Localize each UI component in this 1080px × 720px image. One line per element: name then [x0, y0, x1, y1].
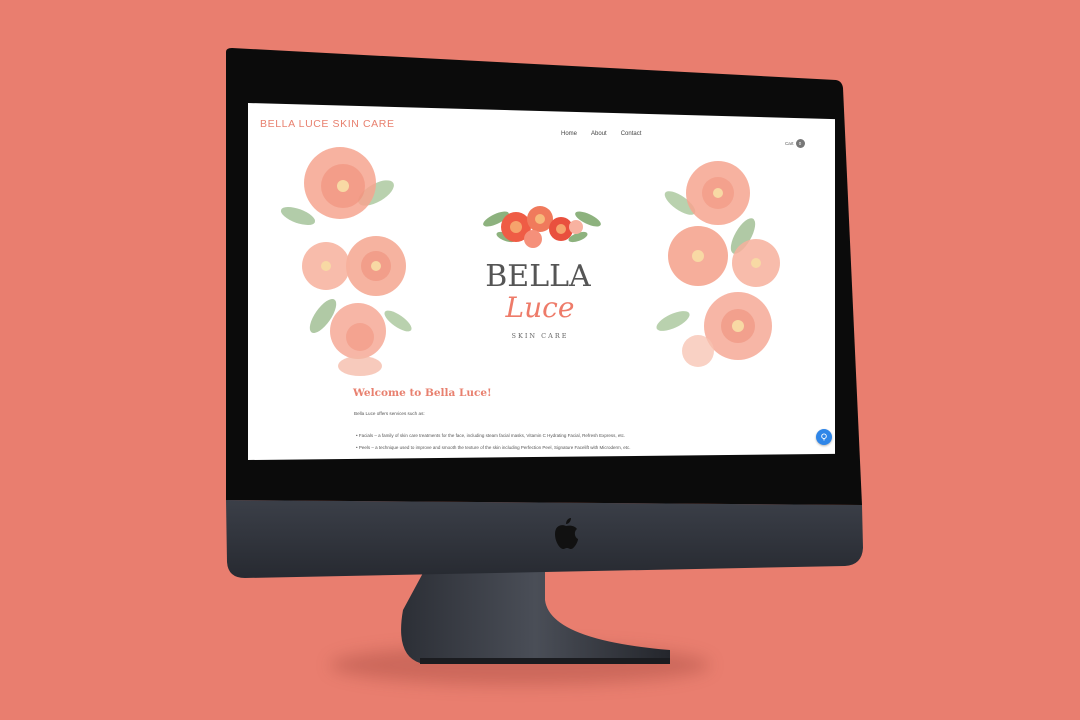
- logo-line-bella: BELLA: [485, 259, 591, 294]
- nav-contact[interactable]: Contact: [621, 131, 642, 137]
- nav-home[interactable]: Home: [561, 131, 577, 137]
- nav-about[interactable]: About: [591, 131, 607, 137]
- site-title[interactable]: BELLA LUCE SKIN CARE: [260, 118, 395, 130]
- chat-button[interactable]: [816, 429, 832, 445]
- apple-icon: [555, 518, 578, 549]
- right-flower-cluster: [656, 161, 780, 367]
- left-flower-cluster: [280, 147, 412, 376]
- service-peels: • Peels – a technique used to improve an…: [356, 445, 631, 450]
- bella-luce-logo: [483, 206, 601, 248]
- logo-line-luce: Luce: [505, 291, 575, 324]
- logo-line-skincare: SKIN CARE: [512, 332, 569, 340]
- website-screen: BELLA LUCE SKIN CARE Home About Contact …: [248, 103, 835, 460]
- chat-icon: [821, 433, 827, 441]
- hero-banner: BELLA Luce SKIN CARE: [280, 147, 780, 376]
- service-facials: • Facials – a family of skin care treatm…: [356, 433, 626, 438]
- main-nav: Home About Contact: [561, 131, 641, 137]
- welcome-heading: Welcome to Bella Luce!: [353, 387, 492, 399]
- intro-text: Bella Luce offers services such as:: [354, 411, 425, 416]
